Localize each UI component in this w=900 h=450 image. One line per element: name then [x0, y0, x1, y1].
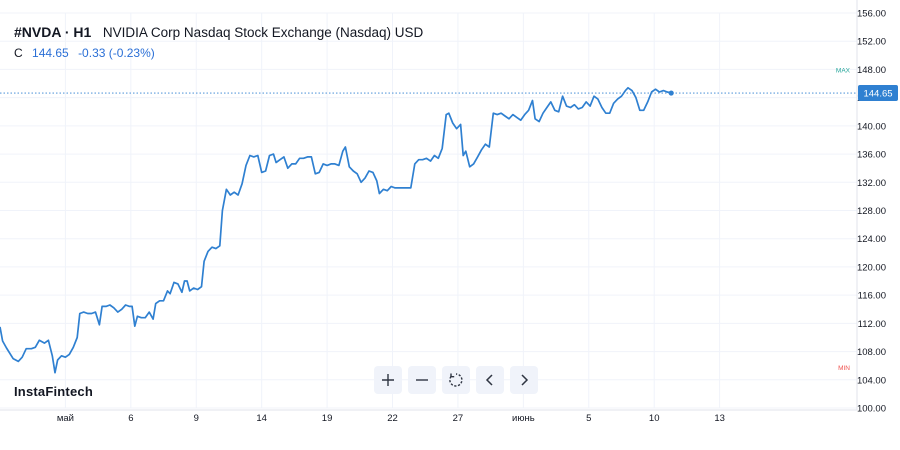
- min-label: MIN: [838, 365, 850, 372]
- brand-logo: InstaFintech: [14, 384, 93, 399]
- chart-header: #NVDA · H1 NVIDIA Corp Nasdaq Stock Exch…: [14, 24, 423, 40]
- minus-icon: [416, 379, 428, 381]
- close-price: 144.65: [32, 46, 69, 60]
- plus-icon: [382, 374, 394, 386]
- price-change: -0.33 (-0.23%): [78, 46, 155, 60]
- chevron-right-icon: [521, 374, 529, 386]
- reset-icon: [449, 373, 463, 387]
- x-tick-label: 10: [649, 413, 660, 424]
- y-tick-label: 156.00: [857, 9, 886, 20]
- series-line: [0, 86, 672, 374]
- y-tick-label: 116.00: [858, 291, 886, 302]
- reset-button[interactable]: [442, 366, 470, 394]
- y-tick-label: 152.00: [857, 37, 886, 48]
- symbol-label: #NVDA · H1: [14, 24, 92, 40]
- current-price-label: 144.65: [863, 89, 892, 100]
- zoom-in-button[interactable]: [374, 366, 402, 394]
- y-tick-label: 148.00: [857, 65, 886, 76]
- x-tick-label: 5: [586, 413, 591, 424]
- instrument-description: NVIDIA Corp Nasdaq Stock Exchange (Nasda…: [102, 25, 424, 40]
- y-tick-label: 132.00: [857, 178, 886, 189]
- x-tick-label: май: [57, 413, 74, 424]
- chart-toolbar: [374, 366, 538, 394]
- chevron-left-icon: [485, 374, 493, 386]
- x-tick-label: 14: [256, 413, 267, 424]
- close-label: C: [14, 46, 23, 60]
- y-tick-label: 124.00: [857, 234, 886, 245]
- x-tick-label: 6: [128, 413, 133, 424]
- x-tick-label: 13: [714, 413, 725, 424]
- y-tick-label: 112.00: [858, 319, 886, 330]
- y-tick-label: 100.00: [857, 404, 886, 415]
- x-tick-label: 9: [194, 413, 199, 424]
- scroll-right-button[interactable]: [510, 366, 538, 394]
- x-tick-label: 22: [387, 413, 398, 424]
- zoom-out-button[interactable]: [408, 366, 436, 394]
- max-label: MAX: [836, 68, 851, 75]
- x-tick-label: 19: [322, 413, 333, 424]
- y-tick-label: 128.00: [857, 206, 886, 217]
- y-tick-label: 108.00: [857, 347, 886, 358]
- quote-line: C 144.65 -0.33 (-0.23%): [14, 46, 155, 60]
- scroll-left-button[interactable]: [476, 366, 504, 394]
- last-point-marker: [668, 90, 674, 96]
- y-tick-label: 104.00: [857, 375, 886, 386]
- x-tick-label: июнь: [512, 413, 535, 424]
- y-tick-label: 120.00: [857, 262, 886, 273]
- y-tick-label: 136.00: [857, 150, 886, 161]
- x-tick-label: 27: [453, 413, 464, 424]
- y-tick-label: 140.00: [857, 121, 886, 132]
